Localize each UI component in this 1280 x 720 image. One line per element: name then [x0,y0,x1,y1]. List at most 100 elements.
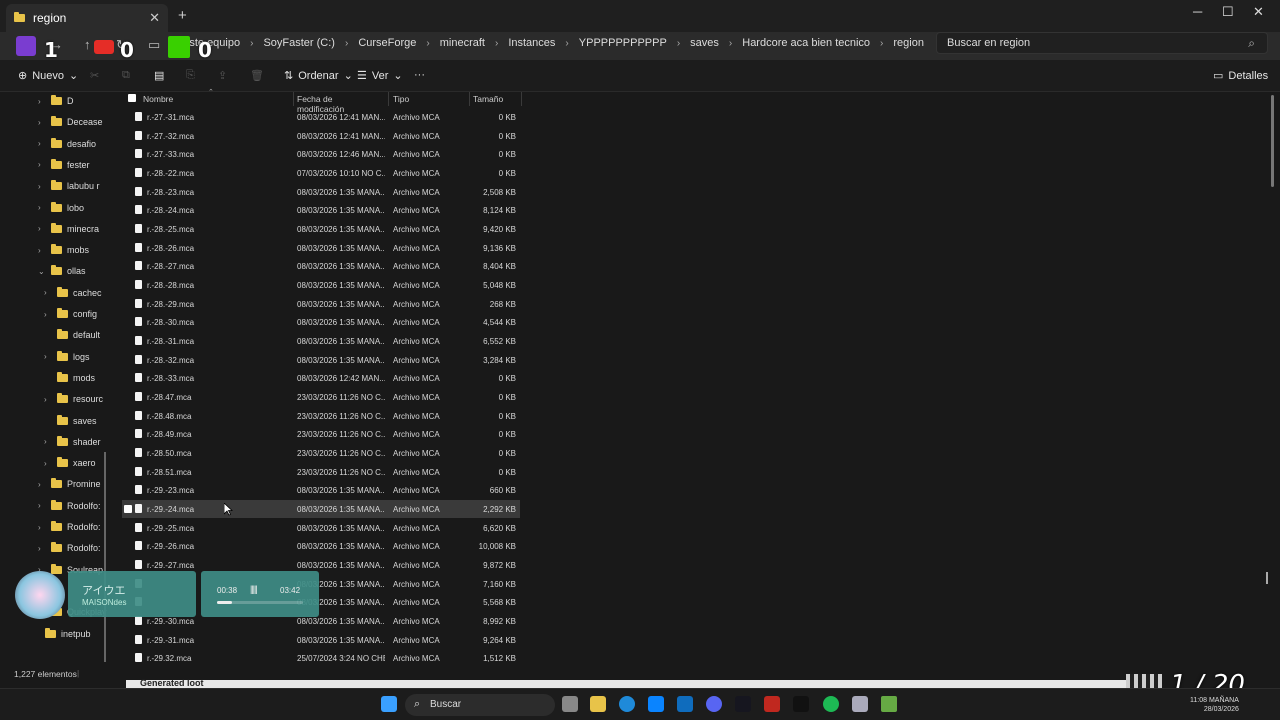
select-all-checkbox[interactable] [128,94,136,102]
breadcrumb-item[interactable]: minecraft [440,37,485,49]
breadcrumb-item[interactable]: YPPPPPPPPPPP [579,37,667,49]
file-row[interactable]: r.-28.-26.mca 08/03/2026 1:35 MANA... Arch… [122,239,520,257]
sidebar-item[interactable]: › shader [44,433,101,451]
sidebar-item[interactable]: mods [44,369,95,387]
file-row[interactable]: r.-28.50.mca 23/03/2026 11:26 NO C... Arch… [122,444,520,462]
breadcrumb-item[interactable]: Hardcore aca bien tecnico [742,37,870,49]
file-row[interactable]: r.-28.-33.mca 08/03/2026 12:42 MAN... Arch… [122,369,520,387]
sidebar-item[interactable]: › fester [38,156,90,174]
breadcrumb-item[interactable]: saves [690,37,719,49]
file-row[interactable]: r.-28.51.mca 23/03/2026 11:26 NO C... Arch… [122,463,520,481]
view-button[interactable]: ☰ Ver ⌄ [357,69,403,83]
minecraft-icon[interactable] [881,696,897,712]
tab-region[interactable]: region ✕ [6,4,168,32]
capcut-icon[interactable] [793,696,809,712]
task-view-icon[interactable] [562,696,578,712]
sidebar-scrollbar[interactable] [104,452,106,662]
file-row[interactable]: r.-28.-25.mca 08/03/2026 1:35 MANA... Arch… [122,220,520,238]
paste-icon[interactable]: ▤ [154,69,164,82]
chevron-right-icon[interactable]: › [38,203,46,212]
file-row[interactable]: r.-28.-29.mca 08/03/2026 1:35 MANA... Arch… [122,295,520,313]
breadcrumb-item[interactable]: region [893,37,924,49]
chevron-right-icon[interactable]: › [38,139,46,148]
more-button[interactable]: ··· [414,69,425,81]
minimize-button[interactable]: ─ [1193,4,1202,19]
file-row[interactable]: r.-28.-28.mca 08/03/2026 1:35 MANA... Arch… [122,276,520,294]
close-window-button[interactable]: ✕ [1253,4,1264,20]
sidebar-item[interactable]: › logs [44,348,90,366]
column-size[interactable]: Tamaño [473,94,503,104]
windows-start-icon[interactable] [381,696,397,712]
file-row[interactable]: r.-28.-32.mca 08/03/2026 1:35 MANA... Arch… [122,351,520,369]
sidebar-item[interactable]: › Rodolfo: [38,518,101,536]
file-row[interactable]: r.-28.-22.mca 07/03/2026 10:10 NO C... Arc… [122,164,520,182]
sidebar-item[interactable]: › D [38,92,74,110]
new-button[interactable]: ⊕ Nuevo ⌄ [18,69,78,83]
sidebar-item[interactable]: › lobo [38,199,84,217]
file-row[interactable]: r.-28.-27.mca 08/03/2026 1:35 MANA... Arch… [122,257,520,275]
sidebar-item[interactable]: › cachec [44,284,102,302]
store-icon[interactable] [648,696,664,712]
breadcrumb-item[interactable]: SoyFaster (C:) [263,37,335,49]
chevron-right-icon[interactable]: › [44,352,52,361]
sidebar-item[interactable]: › Rodolfo: [38,539,101,557]
chevron-right-icon[interactable]: › [38,97,46,106]
file-row[interactable]: r.-29.-23.mca 08/03/2026 1:35 MANA... Arch… [122,481,520,499]
chevron-right-icon[interactable]: › [38,160,46,169]
chevron-right-icon[interactable]: › [44,395,52,404]
edge-icon[interactable] [619,696,635,712]
share-icon[interactable]: ⇪ [218,69,227,82]
scrollbar[interactable] [1271,95,1274,187]
clock[interactable]: 11:08 MAÑANA 28/03/2026 [1190,696,1239,714]
chevron-right-icon[interactable]: › [38,182,46,191]
column-type[interactable]: Tipo [393,94,409,104]
file-row[interactable]: r.-27.-31.mca 08/03/2026 12:41 MAN... Arch… [122,108,520,126]
settings-icon[interactable] [852,696,868,712]
up-icon[interactable]: ↑ [84,37,91,52]
sidebar-item[interactable]: default [44,326,100,344]
file-row[interactable]: r.-28.48.mca 23/03/2026 11:26 NO C... Arch… [122,407,520,425]
sidebar-item[interactable]: › config [44,305,97,323]
file-row[interactable]: r.-27.-33.mca 08/03/2026 12:46 MAN... Arch… [122,145,520,163]
file-row[interactable]: r.-29.-31.mca 08/03/2026 1:35 MANA... Arch… [122,631,520,649]
file-row[interactable]: r.-29.-24.mca 08/03/2026 1:35 MANA... Arch… [122,500,520,519]
copy-icon[interactable]: ⧉ [122,69,130,82]
chevron-right-icon[interactable]: › [44,288,52,297]
chevron-right-icon[interactable]: › [38,480,46,489]
details-button[interactable]: ▭ Detalles [1213,69,1268,83]
sidebar-item[interactable]: › Rodolfo: [38,497,101,515]
breadcrumb-item[interactable]: Instances [508,37,555,49]
file-row[interactable]: r.-28.-31.mca 08/03/2026 1:35 MANA... Arch… [122,332,520,350]
file-row[interactable]: r.-29.-26.mca 08/03/2026 1:35 MANA... Arch… [122,537,520,555]
chevron-down-icon[interactable]: ⌄ [38,267,46,276]
chevron-right-icon[interactable]: › [44,437,52,446]
row-checkbox[interactable] [124,505,132,514]
sidebar-item[interactable]: inetpub [32,625,91,643]
sidebar-item[interactable]: › minecra [38,220,99,238]
column-divider[interactable] [469,92,470,106]
file-row[interactable]: r.-27.-32.mca 08/03/2026 12:41 MAN... Arch… [122,127,520,145]
chevron-right-icon[interactable]: › [38,224,46,233]
chevron-right-icon[interactable]: › [44,459,52,468]
spotify-icon[interactable] [823,696,839,712]
column-divider[interactable] [293,92,294,106]
chevron-right-icon[interactable]: › [38,544,46,553]
file-row[interactable]: r.-28.-30.mca 08/03/2026 1:35 MANA... Arch… [122,313,520,331]
app-icon[interactable] [735,696,751,712]
monitor-icon[interactable]: ▭ [148,37,160,53]
sidebar-item[interactable]: › Decease [38,113,103,131]
sidebar-item[interactable]: saves [44,412,97,430]
file-row[interactable]: r.-28.49.mca 23/03/2026 11:26 NO C... Arch… [122,425,520,443]
breadcrumb-item[interactable]: CurseForge [358,37,416,49]
close-tab-icon[interactable]: ✕ [149,10,160,26]
maximize-button[interactable]: ☐ [1222,4,1234,20]
app-icon[interactable] [764,696,780,712]
sidebar-item[interactable]: › labubu r [38,177,100,195]
cut-icon[interactable]: ✂ [90,69,99,82]
file-explorer-icon[interactable] [590,696,606,712]
file-row[interactable]: r.-28.47.mca 23/03/2026 11:26 NO C... Arch… [122,388,520,406]
file-row[interactable]: r.-29.-25.mca 08/03/2026 1:35 MANA... Arch… [122,519,520,537]
sidebar-item[interactable]: ⌄ ollas [38,262,86,280]
discord-icon[interactable] [706,696,722,712]
sidebar-item[interactable]: › desafio [38,135,96,153]
